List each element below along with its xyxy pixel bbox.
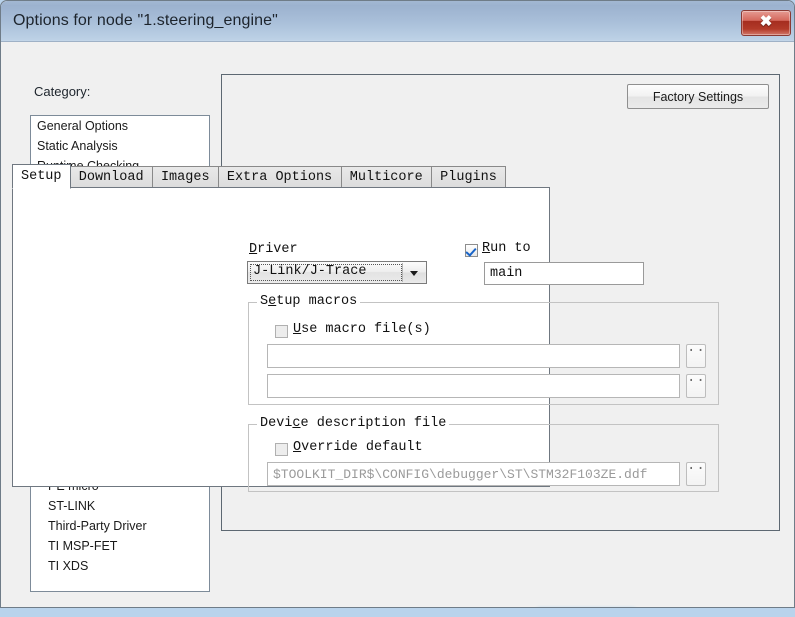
driver-selected-value: J-Link/J-Trace bbox=[253, 264, 367, 279]
device-description-path-input[interactable] bbox=[267, 462, 680, 486]
factory-settings-button[interactable]: Factory Settings bbox=[627, 84, 769, 109]
tab-extra-options[interactable]: Extra Options bbox=[217, 166, 342, 188]
sidebar-item-st-link[interactable]: ST-LINK bbox=[31, 496, 209, 516]
sidebar-item-third-party-driver[interactable]: Third-Party Driver bbox=[31, 516, 209, 536]
tab-plugins[interactable]: Plugins bbox=[431, 166, 507, 188]
chevron-down-icon[interactable] bbox=[402, 263, 425, 282]
device-description-browse-button[interactable] bbox=[686, 458, 706, 486]
tab-strip: Setup Download Images Extra Options Multicor… bbox=[12, 164, 550, 189]
tab-download[interactable]: Download bbox=[69, 166, 153, 188]
macro-file-browse-button-1[interactable] bbox=[686, 340, 706, 368]
setup-macros-title: Setup macros bbox=[257, 294, 361, 309]
driver-label: Driver bbox=[249, 242, 298, 257]
sidebar-item-general-options[interactable]: General Options bbox=[31, 116, 209, 136]
window-title: Options for node "1.steering_engine" bbox=[13, 12, 278, 29]
macro-file-input-2[interactable] bbox=[267, 374, 680, 398]
override-default-checkbox[interactable] bbox=[275, 443, 288, 456]
use-macro-files-label: Use macro file(s) bbox=[293, 322, 431, 337]
setup-macros-title-rest: tup macros bbox=[276, 294, 358, 309]
tab-multicore[interactable]: Multicore bbox=[340, 166, 433, 188]
sidebar-item-static-analysis[interactable]: Static Analysis bbox=[31, 136, 209, 156]
tab-images[interactable]: Images bbox=[151, 166, 219, 188]
category-label: Category: bbox=[34, 84, 91, 99]
run-to-label: Run to bbox=[482, 241, 531, 256]
override-default-label: Override default bbox=[293, 440, 423, 455]
tab-setup[interactable]: Setup bbox=[12, 164, 71, 189]
sidebar-item-ti-xds[interactable]: TI XDS bbox=[31, 556, 209, 576]
desktop-background-strip bbox=[0, 608, 795, 617]
run-to-input[interactable] bbox=[484, 262, 644, 285]
run-to-label-rest: un to bbox=[490, 241, 531, 256]
driver-dropdown[interactable]: J-Link/J-Trace bbox=[247, 261, 427, 284]
macro-file-browse-button-2[interactable] bbox=[686, 370, 706, 398]
close-icon: ✖ bbox=[759, 13, 773, 30]
options-dialog: Options for node "1.steering_engine" ✖ C… bbox=[0, 0, 795, 608]
device-description-group: Device description file Override default bbox=[248, 416, 719, 492]
macro-file-input-1[interactable] bbox=[267, 344, 680, 368]
title-bar: Options for node "1.steering_engine" ✖ bbox=[1, 1, 794, 42]
device-description-title: Device description file bbox=[257, 416, 450, 431]
sidebar-item-ti-msp-fet[interactable]: TI MSP-FET bbox=[31, 536, 209, 556]
override-default-label-rest: verride default bbox=[301, 440, 423, 455]
run-to-checkbox[interactable] bbox=[465, 244, 478, 257]
use-macro-files-label-rest: se macro file(s) bbox=[301, 322, 431, 337]
close-button[interactable]: ✖ bbox=[741, 10, 791, 36]
dialog-client-area: Category: General Options Static Analysis… bbox=[1, 42, 794, 607]
driver-label-rest: river bbox=[257, 242, 298, 257]
device-description-title-rest: e description file bbox=[300, 416, 447, 431]
setup-macros-group: Setup macros Use macro file(s) bbox=[248, 294, 719, 405]
use-macro-files-checkbox[interactable] bbox=[275, 325, 288, 338]
